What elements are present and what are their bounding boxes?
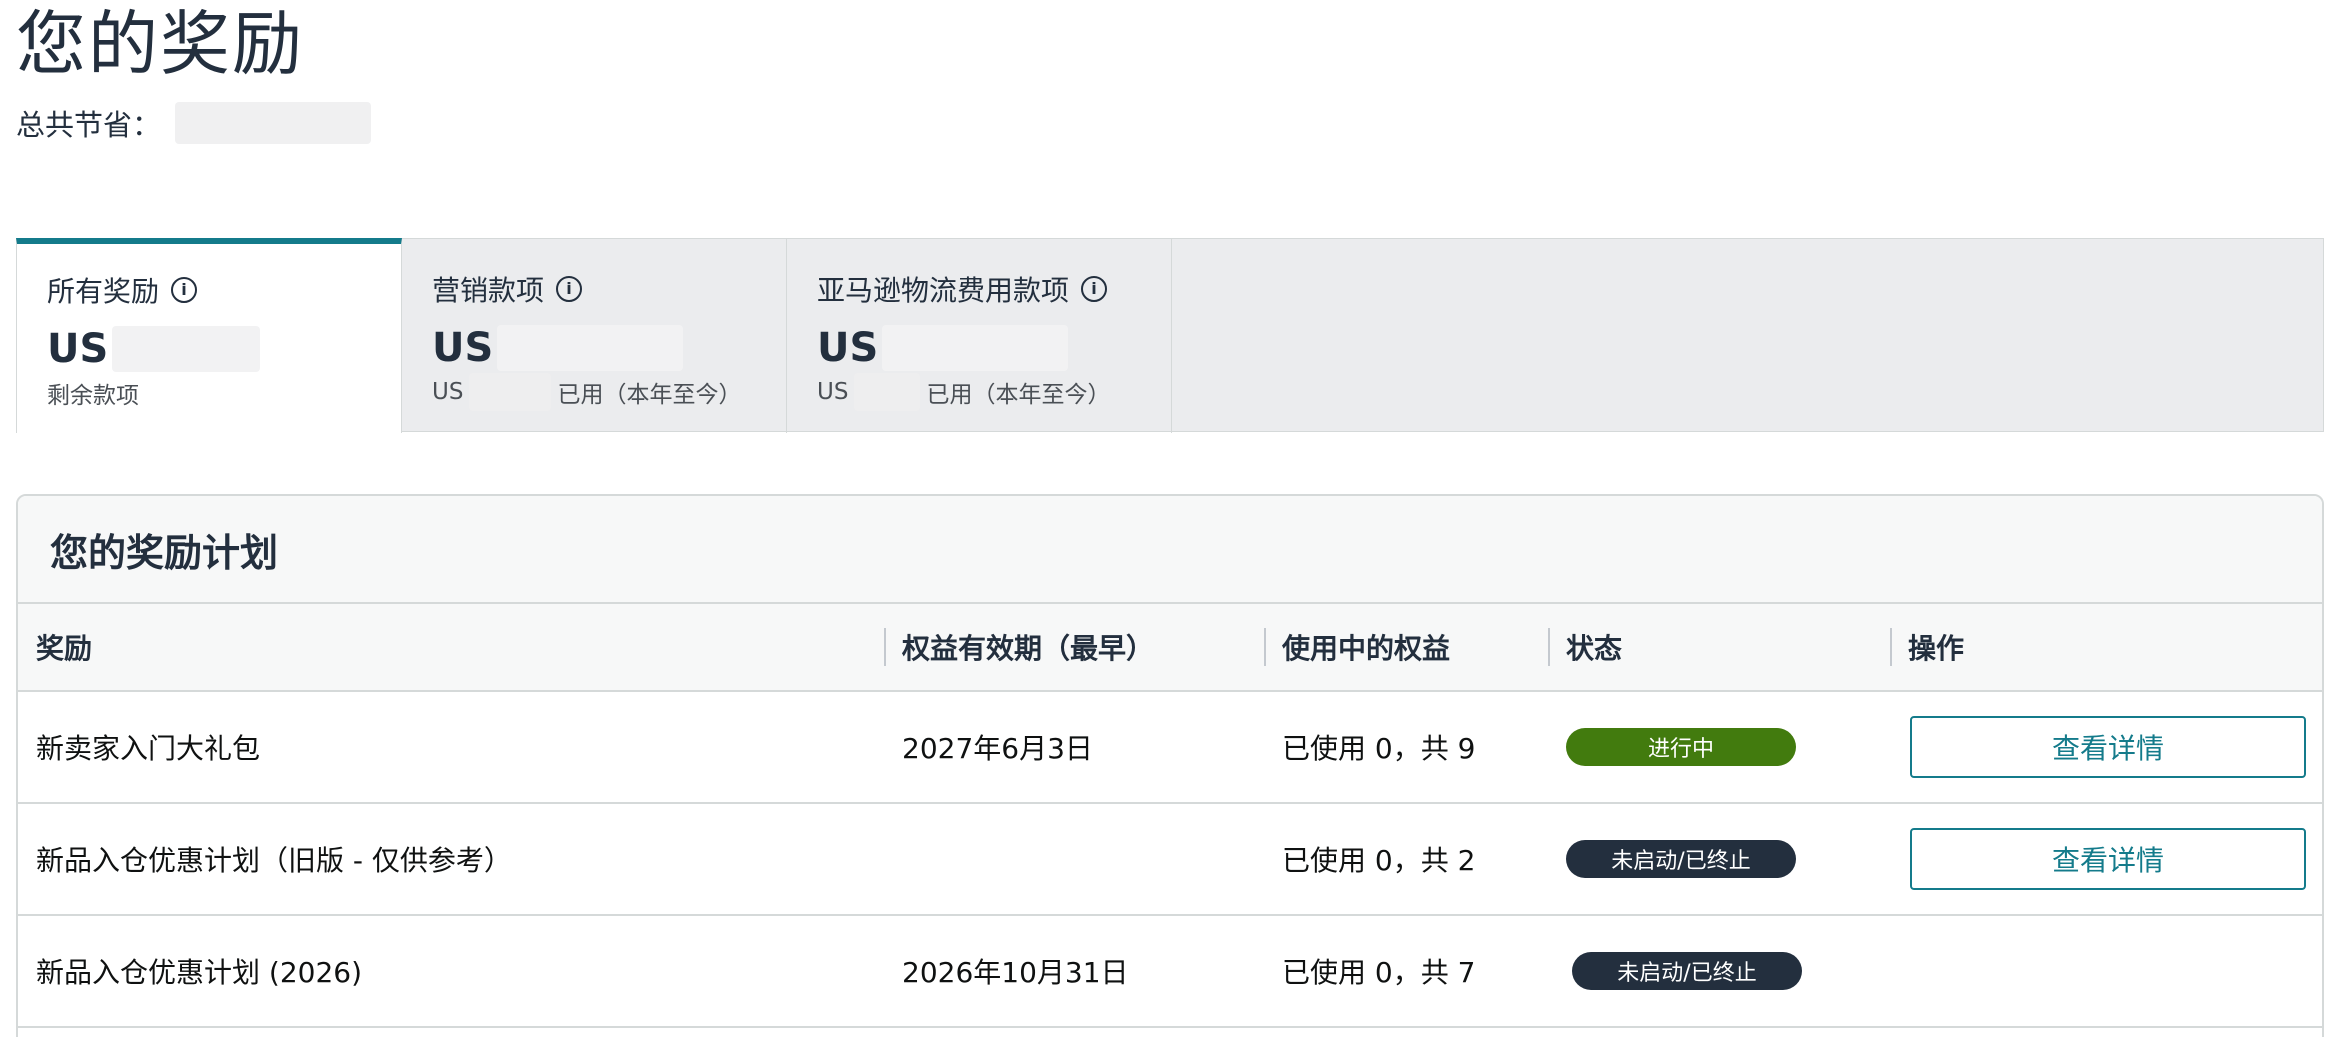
view-details-button[interactable]: 查看详情 (1910, 716, 2306, 778)
info-icon[interactable]: i (171, 277, 198, 303)
tab-label: 营销款项 (432, 274, 545, 307)
rewards-programs-card: 您的奖励计划 奖励 权益有效期（最早） 使用中的权益 状态 操作 新卖家入门大礼… (16, 494, 2324, 1037)
column-divider (1548, 628, 1550, 666)
reward-name: 新卖家入门大礼包 (36, 732, 261, 765)
tab-label: 所有奖励 (47, 275, 160, 308)
total-savings-label: 总共节省： (16, 108, 162, 142)
rewards-page: 您的奖励 总共节省： 所有奖励 i US 剩余款项 营销款项 i US US 已… (0, 0, 2336, 1037)
column-header-usage: 使用中的权益 (1282, 632, 1451, 665)
table-row: 新品入仓优惠计划（旧版 - 仅供参考） 已使用 0，共 2 未启动/已终止 查看… (18, 804, 2322, 916)
status-badge: 未启动/已终止 (1572, 952, 1802, 990)
view-details-button[interactable]: 查看详情 (1910, 828, 2306, 890)
usage-count: 已使用 0，共 2 (1282, 844, 1476, 877)
expiry-date: 2026年10月31日 (902, 956, 1129, 989)
column-header-status: 状态 (1566, 632, 1623, 665)
status-badge: 进行中 (1566, 728, 1796, 766)
usage-count: 已使用 0，共 7 (1282, 956, 1476, 989)
usage-count: 已使用 0，共 9 (1282, 732, 1476, 765)
amount-redacted (882, 325, 1069, 371)
table-row: 新卖家入门大礼包 2027年6月3日 已使用 0，共 9 进行中 查看详情 (18, 692, 2322, 804)
tab-marketing-credits[interactable]: 营销款项 i US US 已用（本年至今） (402, 239, 787, 433)
column-header-expiry: 权益有效期（最早） (902, 632, 1155, 665)
tab-sub-label: US 已用（本年至今） (432, 373, 786, 411)
used-amount-redacted (854, 373, 921, 411)
total-savings: 总共节省： (16, 100, 372, 146)
column-divider (1890, 628, 1892, 666)
expiry-date: 2027年6月3日 (902, 732, 1093, 765)
tab-amount: US (47, 324, 401, 374)
amount-redacted (112, 326, 261, 372)
status-badge: 未启动/已终止 (1566, 840, 1796, 878)
card-title: 您的奖励计划 (18, 496, 2322, 604)
tab-sub-label: US 已用（本年至今） (817, 373, 1171, 411)
rewards-tabs: 所有奖励 i US 剩余款项 营销款项 i US US 已用（本年至今） 亚马逊… (16, 238, 2324, 433)
page-title: 您的奖励 (16, 3, 304, 85)
amount-redacted (497, 325, 684, 371)
used-amount-redacted (469, 373, 552, 411)
total-savings-value-redacted (175, 102, 372, 144)
tab-fba-fee-credits[interactable]: 亚马逊物流费用款项 i US US 已用（本年至今） (787, 239, 1172, 433)
tab-amount: US (432, 323, 786, 373)
info-icon[interactable]: i (556, 276, 583, 302)
reward-name: 新品入仓优惠计划（旧版 - 仅供参考） (36, 844, 512, 877)
column-header-action: 操作 (1908, 632, 1965, 665)
tab-sub-label: 剩余款项 (47, 383, 139, 409)
tab-amount: US (817, 323, 1171, 373)
column-divider (884, 628, 886, 666)
table-header: 奖励 权益有效期（最早） 使用中的权益 状态 操作 (18, 604, 2322, 692)
table-row: 新品入仓优惠计划 (2026) 2026年10月31日 已使用 0，共 7 未启… (18, 916, 2322, 1028)
tab-all-rewards[interactable]: 所有奖励 i US 剩余款项 (16, 238, 402, 433)
column-divider (1264, 628, 1266, 666)
reward-name: 新品入仓优惠计划 (2026) (36, 956, 363, 989)
tab-label: 亚马逊物流费用款项 (817, 274, 1070, 307)
info-icon[interactable]: i (1081, 276, 1108, 302)
column-header-reward: 奖励 (36, 632, 93, 665)
